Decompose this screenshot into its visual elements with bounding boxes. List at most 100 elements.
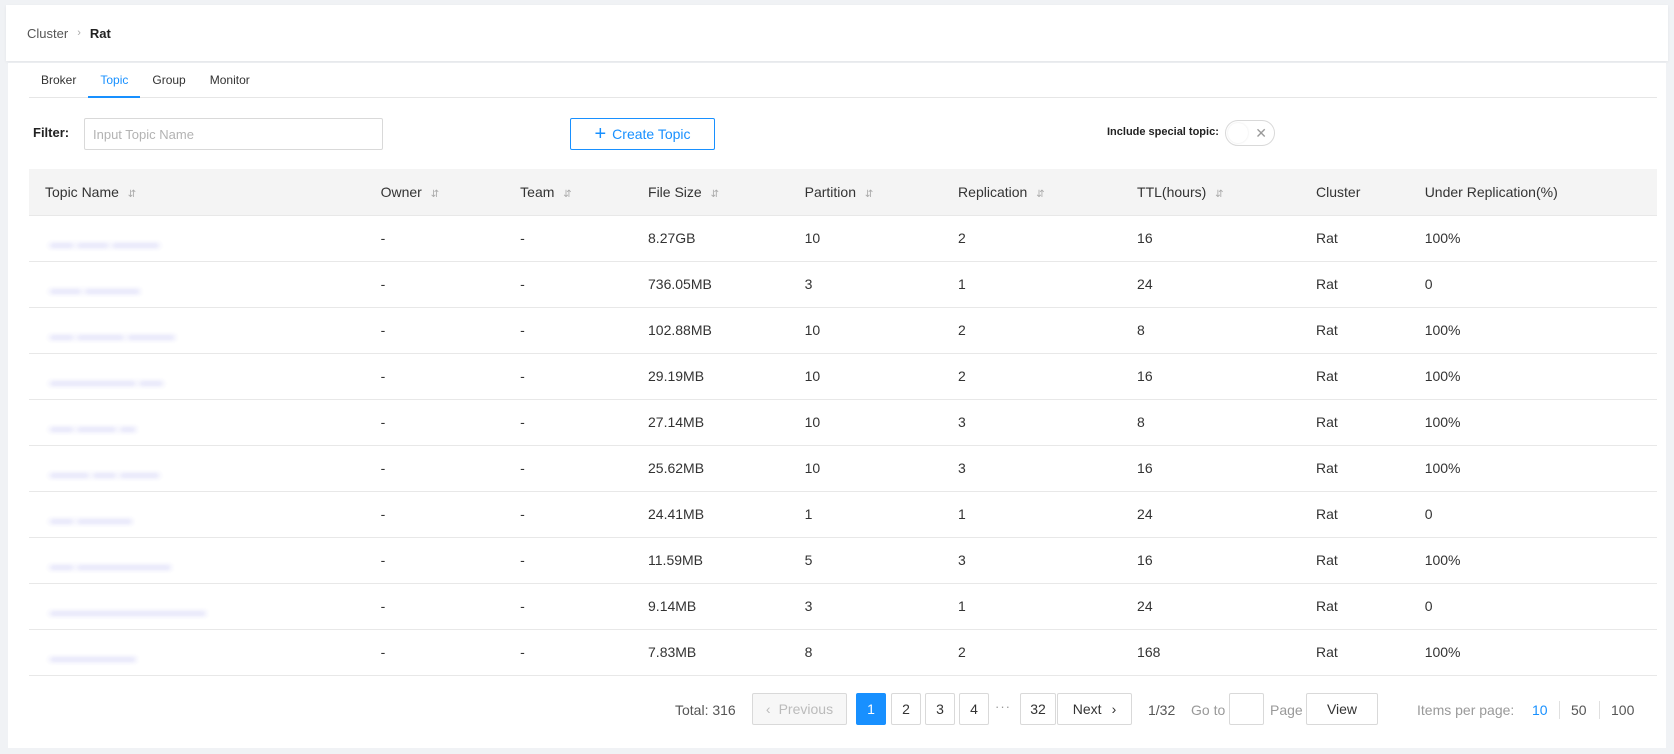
items-per-page-50[interactable]: 50	[1571, 702, 1587, 718]
items-per-page-100[interactable]: 100	[1611, 702, 1634, 718]
next-page-button[interactable]: Next ›	[1057, 693, 1132, 725]
cell-team: -	[504, 215, 633, 262]
cell-ttl: 24	[1121, 583, 1301, 630]
table-row: ___ _____ __ - -27.14MB 10 3 8 Rat 100%	[29, 399, 1657, 446]
topic-name-link[interactable]: ___________	[45, 644, 136, 660]
cell-replication: 3	[942, 537, 1122, 584]
chevron-right-icon: ›	[1111, 701, 1117, 717]
sort-icon[interactable]: ⇵	[431, 189, 439, 200]
sort-icon[interactable]: ⇵	[1036, 189, 1044, 200]
cell-owner: -	[364, 399, 505, 446]
view-page-button[interactable]: View	[1306, 693, 1378, 725]
cell-ttl: 16	[1121, 445, 1301, 492]
topic-name-link[interactable]: ___ _______	[45, 506, 132, 522]
column-header[interactable]: Topic Name ⇵	[29, 169, 365, 216]
topic-name-link[interactable]: ___ ____________	[45, 552, 171, 568]
cell-owner: -	[364, 261, 505, 308]
column-header[interactable]: Owner ⇵	[364, 169, 505, 216]
column-header-label: File Size	[648, 183, 702, 200]
topic-name-link[interactable]: ___ ______ ______	[45, 322, 175, 338]
goto-page-input[interactable]	[1229, 693, 1264, 725]
cell-file-size: 736.05MB	[632, 261, 789, 308]
topic-name-cell: ___________	[29, 629, 365, 676]
total-count: Total: 316	[675, 702, 736, 718]
column-header[interactable]: Team ⇵	[504, 169, 633, 216]
items-per-page-10[interactable]: 10	[1532, 702, 1548, 718]
cell-under-replication: 100%	[1408, 307, 1657, 354]
page-info: 1/32	[1148, 702, 1176, 718]
cell-partition: 3	[788, 583, 943, 630]
column-header[interactable]: File Size ⇵	[632, 169, 789, 216]
sort-icon[interactable]: ⇵	[128, 189, 136, 200]
tab-broker[interactable]: Broker	[29, 63, 88, 98]
sort-icon[interactable]: ⇵	[563, 189, 571, 200]
cell-team: -	[504, 491, 633, 538]
cell-team: -	[504, 629, 633, 676]
tab-group[interactable]: Group	[140, 63, 197, 98]
cell-under-replication: 0	[1408, 261, 1657, 308]
topic-name-link[interactable]: ___ ____ ______	[45, 230, 159, 246]
topic-name-link[interactable]: _____ ___ _____	[45, 460, 159, 476]
cell-file-size: 24.41MB	[632, 491, 789, 538]
cell-ttl: 8	[1121, 399, 1301, 446]
cell-ttl: 168	[1121, 629, 1301, 676]
sort-icon[interactable]: ⇵	[711, 189, 719, 200]
page-1-button[interactable]: 1	[856, 693, 886, 725]
goto-label: Go to	[1191, 702, 1226, 718]
table-row: ____ _______ - -736.05MB 3 1 24 Rat 0	[29, 261, 1657, 308]
breadcrumb-bar: Cluster › Rat	[6, 5, 1668, 61]
cell-team: -	[504, 537, 633, 584]
sort-icon[interactable]: ⇵	[865, 189, 873, 200]
cell-cluster: Rat	[1300, 399, 1409, 446]
page-32-button[interactable]: 32	[1020, 693, 1056, 725]
cell-team: -	[504, 399, 633, 446]
pagination-ellipsis[interactable]: ···	[995, 699, 1011, 714]
topic-name-cell: ____________________	[29, 583, 365, 630]
include-special-topic-toggle[interactable]: ✕	[1225, 120, 1275, 146]
column-header[interactable]: Partition ⇵	[788, 169, 943, 216]
column-header[interactable]: Replication ⇵	[942, 169, 1122, 216]
breadcrumb-cluster[interactable]: Cluster	[27, 26, 68, 41]
filter-label: Filter:	[33, 125, 70, 140]
cell-replication: 2	[942, 629, 1122, 676]
close-icon: ✕	[1255, 125, 1267, 141]
topic-name-link[interactable]: ____________________	[45, 598, 206, 614]
column-header-label: Team	[520, 183, 555, 200]
column-header[interactable]: TTL(hours) ⇵	[1121, 169, 1301, 216]
sort-icon[interactable]: ⇵	[1215, 189, 1223, 200]
previous-page-button[interactable]: ‹ Previous	[752, 693, 847, 725]
previous-label: Previous	[778, 701, 834, 717]
cell-under-replication: 100%	[1408, 445, 1657, 492]
cell-team: -	[504, 261, 633, 308]
tab-topic[interactable]: Topic	[88, 63, 141, 98]
tab-monitor[interactable]: Monitor	[198, 63, 262, 98]
cell-owner: -	[364, 537, 505, 584]
cell-partition: 10	[788, 353, 943, 400]
topic-name-filter-input[interactable]	[84, 118, 383, 150]
cell-replication: 1	[942, 261, 1122, 308]
create-topic-button[interactable]: + Create Topic	[570, 118, 715, 150]
cell-replication: 3	[942, 445, 1122, 492]
topic-name-link[interactable]: ___________ ___	[45, 368, 163, 384]
column-header: Cluster	[1300, 169, 1409, 216]
cell-cluster: Rat	[1300, 353, 1409, 400]
page-2-button[interactable]: 2	[891, 693, 921, 725]
cell-cluster: Rat	[1300, 261, 1409, 308]
cell-file-size: 8.27GB	[632, 215, 789, 262]
page-4-button[interactable]: 4	[959, 693, 989, 725]
cell-file-size: 102.88MB	[632, 307, 789, 354]
topic-name-cell: ___ _______	[29, 491, 365, 538]
table-row: ____________________ - -9.14MB 3 1 24 Rat 0	[29, 583, 1657, 630]
cell-cluster: Rat	[1300, 491, 1409, 538]
column-header-label: Owner	[380, 183, 422, 200]
topic-name-cell: ___ ______ ______	[29, 307, 365, 354]
page-3-button[interactable]: 3	[925, 693, 955, 725]
topic-name-link[interactable]: ___ _____ __	[45, 414, 136, 430]
cell-team: -	[504, 583, 633, 630]
topic-name-link[interactable]: ____ _______	[45, 276, 140, 292]
cell-owner: -	[364, 583, 505, 630]
table-row: ___ _______ - -24.41MB 1 1 24 Rat 0	[29, 491, 1657, 538]
page-label: Page	[1270, 702, 1303, 718]
cell-under-replication: 100%	[1408, 215, 1657, 262]
cell-under-replication: 0	[1408, 583, 1657, 630]
